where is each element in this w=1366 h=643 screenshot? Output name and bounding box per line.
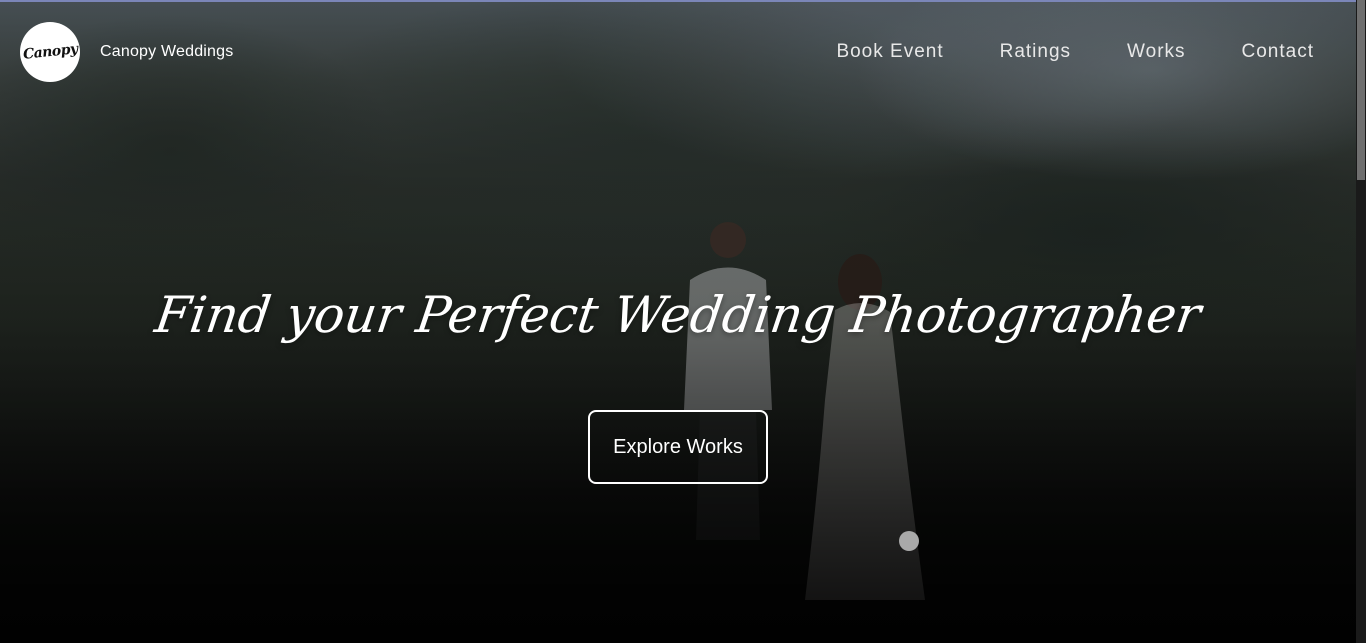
nav-contact[interactable]: Contact: [1242, 41, 1314, 63]
logo-wordmark: Canopy: [21, 41, 79, 63]
brand-name[interactable]: Canopy Weddings: [100, 43, 233, 61]
slider-dot[interactable]: [899, 531, 919, 551]
nav-book-event[interactable]: Book Event: [836, 41, 943, 63]
scrollbar-thumb[interactable]: [1357, 0, 1365, 180]
page-scrollbar[interactable]: [1356, 0, 1366, 643]
hero-title: Find your Perfect Wedding Photographer: [151, 286, 1205, 344]
brand-logo[interactable]: Canopy: [20, 22, 80, 82]
nav-works[interactable]: Works: [1127, 41, 1185, 63]
nav-ratings[interactable]: Ratings: [1000, 41, 1071, 63]
main-nav: Book Event Ratings Works Contact: [780, 41, 1314, 63]
explore-works-button[interactable]: Explore Works: [588, 410, 768, 484]
site-header: Canopy Canopy Weddings Book Event Rating…: [0, 0, 1356, 104]
page: Canopy Canopy Weddings Book Event Rating…: [0, 0, 1366, 643]
